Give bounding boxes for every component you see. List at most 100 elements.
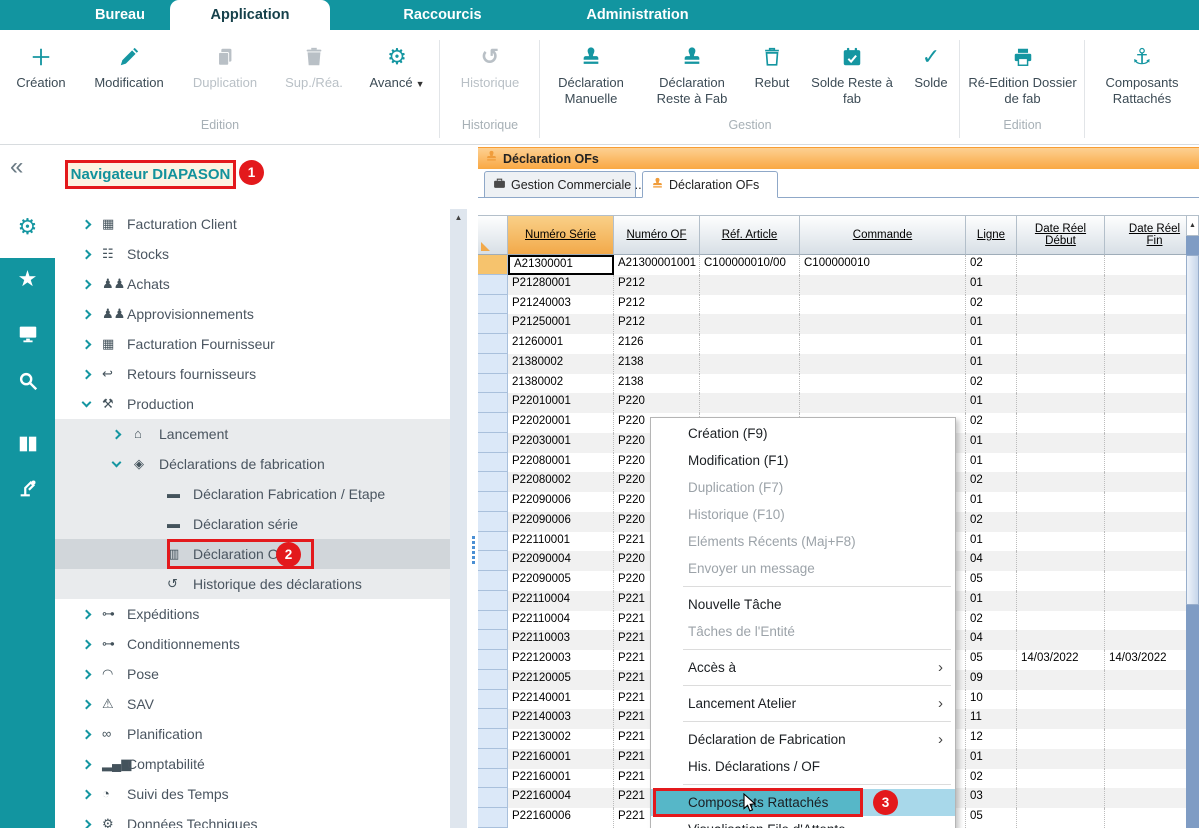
row-selector[interactable]: [478, 492, 508, 512]
cell-ligne[interactable]: 02: [966, 255, 1017, 275]
cell-ref-article[interactable]: [700, 393, 800, 413]
chevron-right-icon[interactable]: [82, 640, 92, 650]
cell-ligne[interactable]: 02: [966, 472, 1017, 492]
settings-icon[interactable]: ⚙: [0, 213, 55, 241]
row-selector[interactable]: [478, 571, 508, 591]
cell-date-reel-fin[interactable]: [1105, 374, 1186, 394]
cell-date-reel-debut[interactable]: [1017, 611, 1105, 631]
sidebar-item-donnees-techniques[interactable]: ⚙Données Techniques: [55, 809, 450, 828]
cell-numero-serie[interactable]: P22090006: [508, 512, 614, 532]
sidebar-item-production[interactable]: ⚒Production: [55, 389, 450, 419]
context-menu-item-declaration-de-fabrication[interactable]: Déclaration de Fabrication›: [651, 726, 955, 753]
sidebar-item-declarations-de-fabrication[interactable]: ◈Déclarations de fabrication: [55, 449, 450, 479]
cell-numero-of[interactable]: P212: [614, 314, 700, 334]
cell-ligne[interactable]: 11: [966, 709, 1017, 729]
cell-date-reel-fin[interactable]: [1105, 709, 1186, 729]
row-selector[interactable]: [478, 314, 508, 334]
collapse-sidebar-button[interactable]: «: [10, 153, 23, 181]
cell-date-reel-fin[interactable]: [1105, 769, 1186, 789]
cell-date-reel-fin[interactable]: [1105, 512, 1186, 532]
document-tab-gestion-commerciale[interactable]: Gestion Commerciale ...: [484, 171, 636, 198]
table-row-21380002-01[interactable]: 21380002213801: [478, 354, 1186, 374]
cell-numero-serie[interactable]: P22160004: [508, 788, 614, 808]
row-selector[interactable]: [478, 374, 508, 394]
declaration-manuelle-button[interactable]: Déclaration Manuelle: [541, 42, 641, 107]
cell-date-reel-fin[interactable]: [1105, 354, 1186, 374]
cell-date-reel-debut[interactable]: [1017, 374, 1105, 394]
cell-date-reel-debut[interactable]: [1017, 472, 1105, 492]
cell-ref-article[interactable]: C100000010/00: [700, 255, 800, 275]
cell-numero-serie[interactable]: P22090005: [508, 571, 614, 591]
column-header-date-reel-debut[interactable]: Date RéelDébut: [1017, 215, 1105, 255]
table-row-P21280001-01[interactable]: P21280001P21201: [478, 275, 1186, 295]
robot-arm-icon[interactable]: [0, 474, 55, 502]
cell-ref-article[interactable]: [700, 275, 800, 295]
cell-date-reel-debut[interactable]: [1017, 334, 1105, 354]
cell-date-reel-fin[interactable]: [1105, 433, 1186, 453]
monitor-icon[interactable]: [0, 320, 55, 348]
cell-date-reel-debut[interactable]: [1017, 709, 1105, 729]
cell-ligne[interactable]: 01: [966, 393, 1017, 413]
cell-commande[interactable]: C100000010: [800, 255, 966, 275]
document-tab-declaration-ofs[interactable]: Déclaration OFs: [642, 171, 778, 198]
composants-rattaches-button[interactable]: ⚓Composants Rattachés: [1088, 42, 1196, 107]
declaration-reste-a-fab-button[interactable]: Déclaration Reste à Fab: [641, 42, 743, 107]
chevron-right-icon[interactable]: [82, 730, 92, 740]
cell-date-reel-debut[interactable]: [1017, 571, 1105, 591]
cell-date-reel-fin[interactable]: [1105, 453, 1186, 473]
cell-ligne[interactable]: 01: [966, 334, 1017, 354]
row-selector[interactable]: [478, 729, 508, 749]
cell-numero-serie[interactable]: P22120005: [508, 670, 614, 690]
cell-numero-of[interactable]: A21300001001: [614, 255, 700, 275]
cell-numero-serie[interactable]: P22090006: [508, 492, 614, 512]
cell-date-reel-debut[interactable]: [1017, 729, 1105, 749]
cell-date-reel-debut[interactable]: [1017, 749, 1105, 769]
cell-numero-serie[interactable]: P22160001: [508, 749, 614, 769]
re-edition-dossier-de-fab-button[interactable]: Ré-Edition Dossier de fab: [967, 42, 1079, 107]
chevron-right-icon[interactable]: [82, 790, 92, 800]
cell-numero-of[interactable]: 2126: [614, 334, 700, 354]
sidebar-item-planification[interactable]: ∞Planification: [55, 719, 450, 749]
chevron-right-icon[interactable]: [82, 820, 92, 828]
cell-date-reel-debut[interactable]: [1017, 314, 1105, 334]
cell-date-reel-fin[interactable]: [1105, 532, 1186, 552]
cell-date-reel-fin[interactable]: [1105, 472, 1186, 492]
cell-date-reel-debut[interactable]: [1017, 551, 1105, 571]
cell-numero-of[interactable]: P212: [614, 295, 700, 315]
chevron-down-icon[interactable]: [82, 398, 92, 408]
sidebar-item-declaration-ofs[interactable]: ▥Déclaration OFs: [55, 539, 450, 569]
sidebar-item-lancement[interactable]: ⌂Lancement: [55, 419, 450, 449]
cell-date-reel-debut[interactable]: [1017, 630, 1105, 650]
row-selector[interactable]: [478, 670, 508, 690]
cell-date-reel-fin[interactable]: 14/03/2022: [1105, 650, 1186, 670]
cell-ligne[interactable]: 01: [966, 314, 1017, 334]
cell-numero-serie[interactable]: P22010001: [508, 393, 614, 413]
cell-numero-serie[interactable]: P22140003: [508, 709, 614, 729]
cell-numero-serie[interactable]: 21260001: [508, 334, 614, 354]
cell-ligne[interactable]: 02: [966, 611, 1017, 631]
cell-date-reel-debut[interactable]: 14/03/2022: [1017, 650, 1105, 670]
cell-ligne[interactable]: 01: [966, 591, 1017, 611]
select-all-corner[interactable]: [478, 215, 508, 255]
cell-numero-of[interactable]: 2138: [614, 354, 700, 374]
chevron-right-icon[interactable]: [82, 700, 92, 710]
column-header-commande[interactable]: Commande: [800, 215, 966, 255]
cell-date-reel-fin[interactable]: [1105, 295, 1186, 315]
cell-commande[interactable]: [800, 354, 966, 374]
cell-date-reel-fin[interactable]: [1105, 492, 1186, 512]
cell-date-reel-debut[interactable]: [1017, 413, 1105, 433]
cell-ligne[interactable]: 05: [966, 650, 1017, 670]
solde-button[interactable]: ✓Solde: [903, 42, 959, 91]
cell-date-reel-fin[interactable]: [1105, 630, 1186, 650]
cell-commande[interactable]: [800, 314, 966, 334]
sidebar-item-declaration-fabrication-etape[interactable]: ▬Déclaration Fabrication / Etape: [55, 479, 450, 509]
cell-numero-serie[interactable]: P22110003: [508, 630, 614, 650]
context-menu-item-visualisation-file-d-attente[interactable]: Visualisation File d'Attente: [651, 816, 955, 828]
sidebar-item-retours-fournisseurs[interactable]: ↩Retours fournisseurs: [55, 359, 450, 389]
cell-numero-serie[interactable]: A21300001: [508, 255, 614, 275]
sidebar-item-expeditions[interactable]: ⊶Expéditions: [55, 599, 450, 629]
context-menu-item-nouvelle-tache[interactable]: Nouvelle Tâche: [651, 591, 955, 618]
cell-ligne[interactable]: 01: [966, 532, 1017, 552]
search-icon[interactable]: [0, 367, 55, 395]
cell-numero-serie[interactable]: 21380002: [508, 354, 614, 374]
